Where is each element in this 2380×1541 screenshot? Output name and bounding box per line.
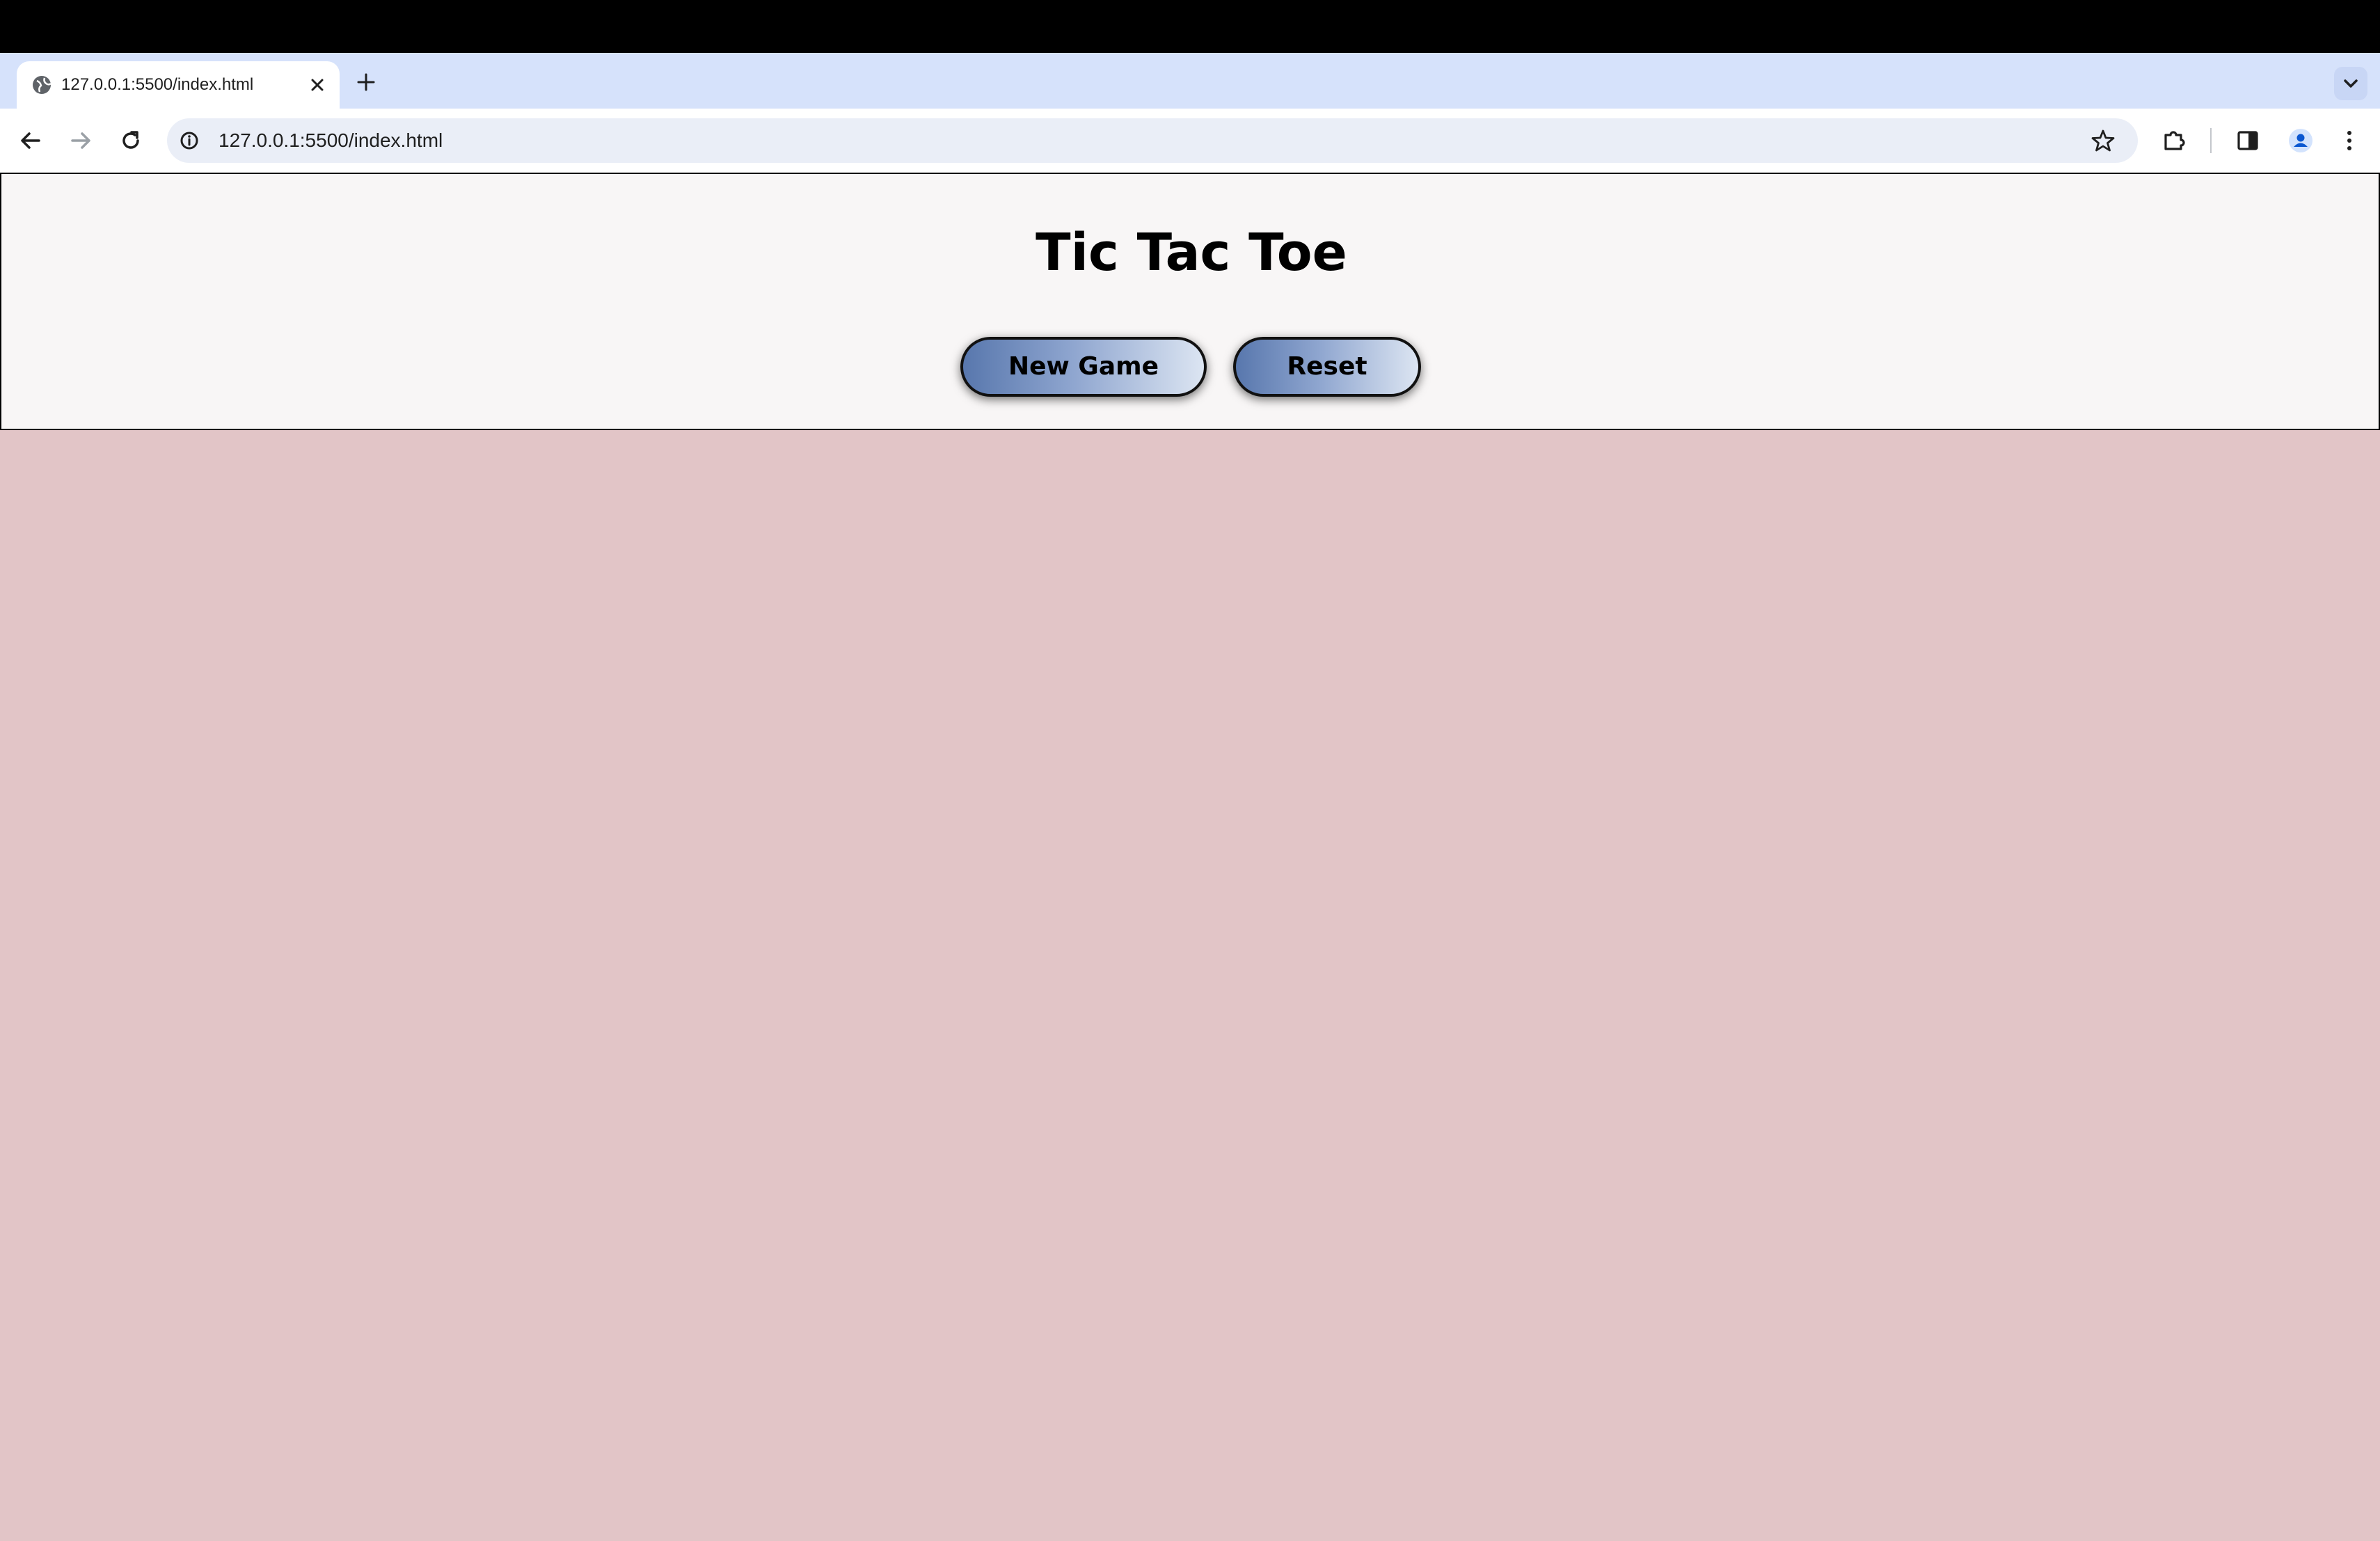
profile-avatar-icon[interactable] <box>2284 124 2317 157</box>
globe-icon <box>33 76 51 94</box>
page-body <box>0 430 2380 1541</box>
close-icon[interactable] <box>308 75 327 95</box>
reset-button[interactable]: Reset <box>1233 337 1421 397</box>
more-menu-icon[interactable] <box>2333 124 2366 157</box>
site-info-icon[interactable] <box>178 129 200 152</box>
tab-search-button[interactable] <box>2334 67 2367 100</box>
browser-tab[interactable]: 127.0.0.1:5500/index.html <box>17 61 340 109</box>
bookmark-star-icon[interactable] <box>2091 128 2116 153</box>
address-bar[interactable]: 127.0.0.1:5500/index.html <box>167 118 2138 163</box>
forward-arrow-icon[interactable] <box>64 124 97 157</box>
page-title: Tic Tac Toe <box>1036 223 1347 283</box>
os-top-bar <box>0 0 2380 53</box>
chevron-down-icon <box>2344 79 2358 88</box>
new-game-button[interactable]: New Game <box>960 337 1207 397</box>
game-header: Tic Tac Toe New Game Reset <box>0 173 2380 430</box>
browser-toolbar: 127.0.0.1:5500/index.html <box>0 109 2380 173</box>
extensions-puzzle-icon[interactable] <box>2157 124 2191 157</box>
side-panel-icon[interactable] <box>2231 124 2264 157</box>
tab-title: 127.0.0.1:5500/index.html <box>61 75 254 94</box>
back-arrow-icon[interactable] <box>14 124 47 157</box>
plus-icon[interactable] <box>354 70 379 95</box>
toolbar-divider <box>2210 128 2212 153</box>
reload-icon[interactable] <box>114 124 148 157</box>
tab-strip: 127.0.0.1:5500/index.html <box>0 53 2380 109</box>
address-url: 127.0.0.1:5500/index.html <box>219 129 443 151</box>
